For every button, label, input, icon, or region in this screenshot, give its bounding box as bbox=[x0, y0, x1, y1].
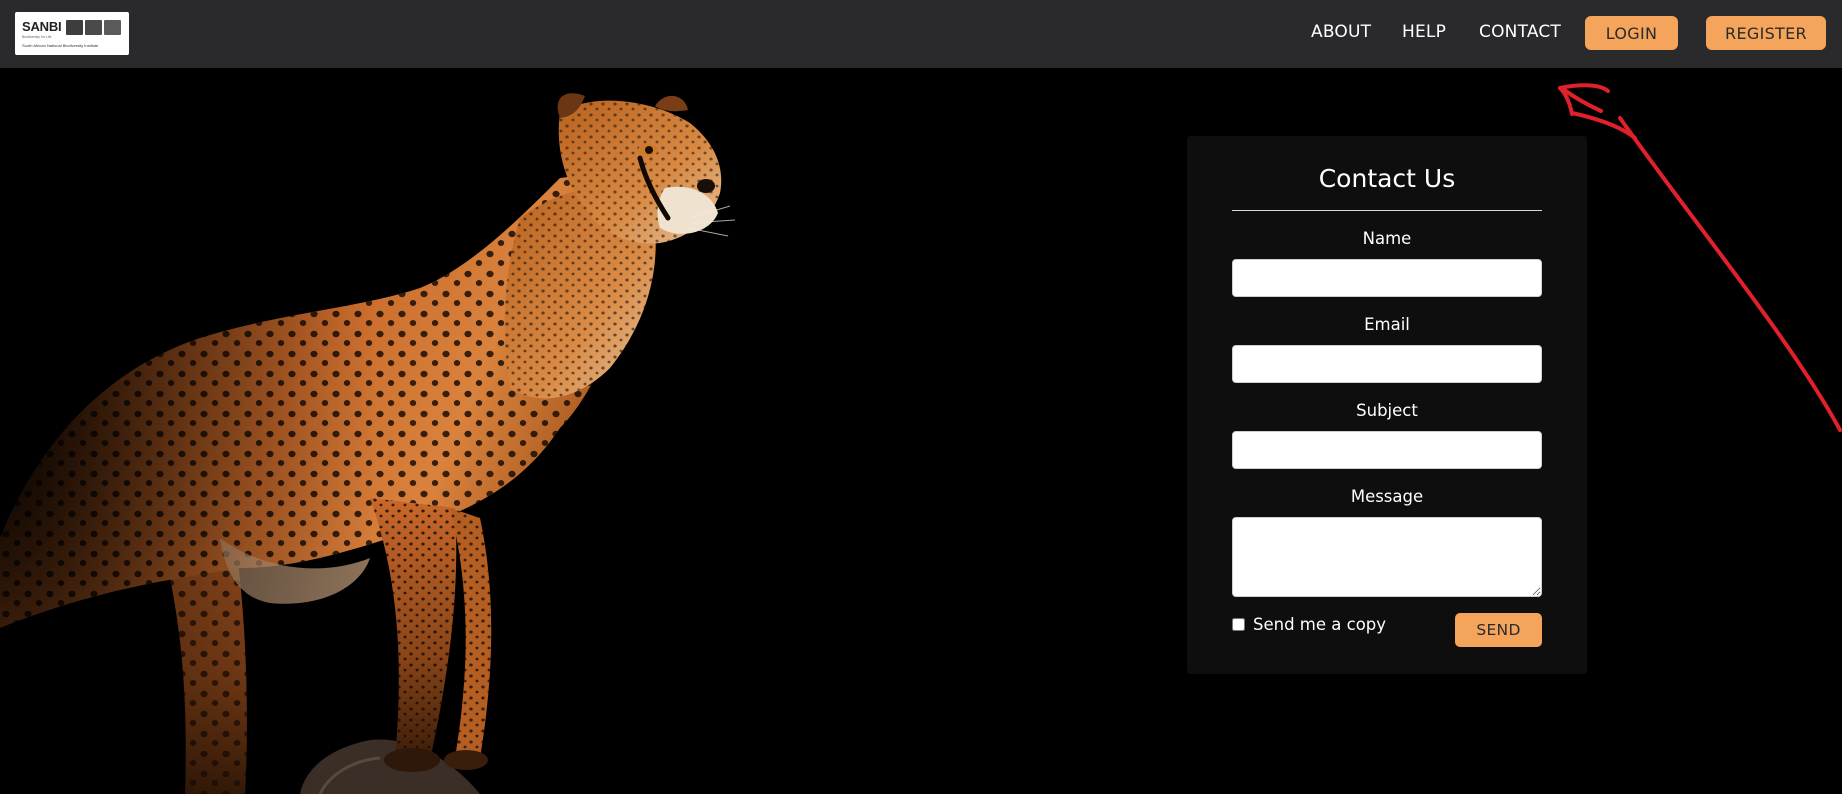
nav-contact[interactable]: CONTACT bbox=[1479, 22, 1561, 42]
logo-emblem-icon bbox=[66, 20, 121, 35]
subject-input[interactable] bbox=[1232, 431, 1542, 469]
nav-about[interactable]: ABOUT bbox=[1311, 22, 1371, 42]
red-arrow-annotation bbox=[1558, 83, 1842, 432]
email-input[interactable] bbox=[1232, 345, 1542, 383]
name-label: Name bbox=[1362, 229, 1412, 248]
contact-card: Contact Us Name Email Subject Message Se… bbox=[1187, 136, 1587, 674]
message-textarea[interactable] bbox=[1232, 517, 1542, 597]
send-copy-label: Send me a copy bbox=[1253, 615, 1387, 634]
message-label: Message bbox=[1350, 487, 1424, 506]
logo-name: SANBI bbox=[22, 19, 62, 34]
cheetah-illustration bbox=[0, 68, 736, 794]
logo-subtitle: South African National Biodiversity Inst… bbox=[22, 43, 99, 48]
contact-title: Contact Us bbox=[1318, 164, 1456, 193]
subject-label: Subject bbox=[1356, 401, 1418, 420]
login-button[interactable]: LOGIN bbox=[1585, 16, 1678, 50]
navbar: SANBI Biodiversity for Life South Africa… bbox=[0, 0, 1842, 68]
email-label: Email bbox=[1364, 315, 1410, 334]
send-copy-checkbox[interactable] bbox=[1232, 618, 1245, 631]
logo-tagline: Biodiversity for Life bbox=[22, 35, 52, 39]
page: SANBI Biodiversity for Life South Africa… bbox=[0, 0, 1842, 794]
register-button[interactable]: REGISTER bbox=[1706, 16, 1826, 50]
nav-help[interactable]: HELP bbox=[1402, 22, 1446, 42]
name-input[interactable] bbox=[1232, 259, 1542, 297]
send-button[interactable]: SEND bbox=[1455, 613, 1542, 647]
title-divider bbox=[1232, 210, 1542, 211]
sanbi-logo[interactable]: SANBI Biodiversity for Life South Africa… bbox=[15, 12, 129, 55]
